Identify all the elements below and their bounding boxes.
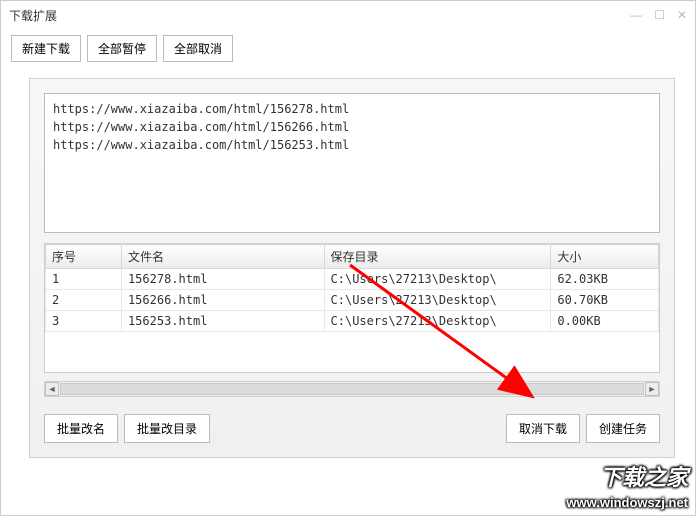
batch-rename-button[interactable]: 批量改名 xyxy=(44,414,118,443)
cell-filename: 156278.html xyxy=(121,269,324,290)
titlebar: 下载扩展 — ☐ ✕ xyxy=(1,1,695,29)
batch-dir-button[interactable]: 批量改目录 xyxy=(124,414,210,443)
app-window: 下载扩展 — ☐ ✕ 新建下载 全部暂停 全部取消 https://www.xi… xyxy=(0,0,696,516)
col-dir[interactable]: 保存目录 xyxy=(324,245,551,269)
table-row[interactable]: 3 156253.html C:\Users\27213\Desktop\ 0.… xyxy=(46,311,659,332)
cell-index: 3 xyxy=(46,311,122,332)
toolbar: 新建下载 全部暂停 全部取消 xyxy=(1,29,695,68)
new-download-button[interactable]: 新建下载 xyxy=(11,35,81,62)
window-title: 下载扩展 xyxy=(9,7,630,24)
main-panel: https://www.xiazaiba.com/html/156278.htm… xyxy=(29,78,675,458)
scroll-left-button[interactable]: ◄ xyxy=(45,382,59,396)
maximize-button[interactable]: ☐ xyxy=(654,8,665,22)
horizontal-scrollbar[interactable]: ◄ ► xyxy=(44,381,660,397)
col-size[interactable]: 大小 xyxy=(551,245,659,269)
table-header-row: 序号 文件名 保存目录 大小 xyxy=(46,245,659,269)
cell-dir: C:\Users\27213\Desktop\ xyxy=(324,311,551,332)
table-body: 1 156278.html C:\Users\27213\Desktop\ 62… xyxy=(46,269,659,332)
cancel-download-button[interactable]: 取消下载 xyxy=(506,414,580,443)
cell-filename: 156266.html xyxy=(121,290,324,311)
bottom-bar: 批量改名 批量改目录 取消下载 创建任务 xyxy=(44,414,660,443)
scroll-right-button[interactable]: ► xyxy=(645,382,659,396)
file-table-wrap: 序号 文件名 保存目录 大小 1 156278.html C:\Users\27… xyxy=(44,243,660,373)
table-row[interactable]: 2 156266.html C:\Users\27213\Desktop\ 60… xyxy=(46,290,659,311)
scroll-thumb[interactable] xyxy=(60,383,644,395)
file-table: 序号 文件名 保存目录 大小 1 156278.html C:\Users\27… xyxy=(45,244,659,332)
cancel-all-button[interactable]: 全部取消 xyxy=(163,35,233,62)
close-button[interactable]: ✕ xyxy=(677,8,687,22)
minimize-button[interactable]: — xyxy=(630,8,642,22)
pause-all-button[interactable]: 全部暂停 xyxy=(87,35,157,62)
cell-size: 60.70KB xyxy=(551,290,659,311)
watermark-text: 下载之家 xyxy=(566,463,688,494)
spacer xyxy=(216,414,500,443)
cell-index: 1 xyxy=(46,269,122,290)
cell-dir: C:\Users\27213\Desktop\ xyxy=(324,269,551,290)
cell-dir: C:\Users\27213\Desktop\ xyxy=(324,290,551,311)
panel-wrap: https://www.xiazaiba.com/html/156278.htm… xyxy=(1,68,695,478)
window-controls: — ☐ ✕ xyxy=(630,8,687,22)
watermark: 下载之家 www.windowszj.net xyxy=(566,463,688,512)
cell-size: 0.00KB xyxy=(551,311,659,332)
cell-filename: 156253.html xyxy=(121,311,324,332)
col-index[interactable]: 序号 xyxy=(46,245,122,269)
table-row[interactable]: 1 156278.html C:\Users\27213\Desktop\ 62… xyxy=(46,269,659,290)
col-filename[interactable]: 文件名 xyxy=(121,245,324,269)
watermark-url: www.windowszj.net xyxy=(566,494,688,512)
cell-index: 2 xyxy=(46,290,122,311)
url-textarea[interactable]: https://www.xiazaiba.com/html/156278.htm… xyxy=(44,93,660,233)
cell-size: 62.03KB xyxy=(551,269,659,290)
create-task-button[interactable]: 创建任务 xyxy=(586,414,660,443)
